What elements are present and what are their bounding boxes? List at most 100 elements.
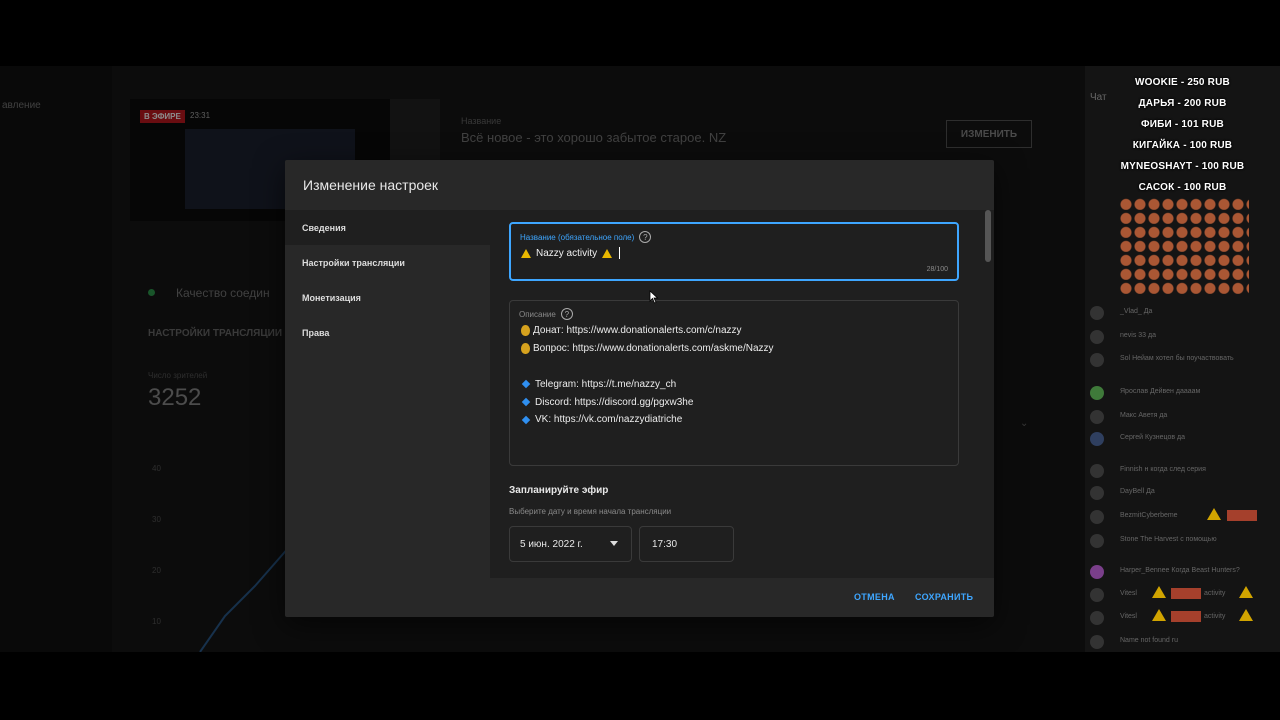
chat-author: Vitesl [1120,590,1137,597]
text-caret [619,247,621,259]
chat-author: nevis 33 [1120,332,1147,339]
description-text[interactable]: Донат: https://www.donationalerts.com/c/… [521,322,774,429]
letterbox-bottom [0,652,1280,720]
description-field-label: Описание ? [519,308,573,320]
chat-author: Ярослав Дейвен [1120,388,1174,395]
chat-text: да [1159,412,1168,419]
time-value: 17:30 [652,538,678,550]
chat-text: Да [1143,308,1153,315]
chat-message: Stone The Harvest с помощью [1085,532,1280,550]
warning-icon [1152,609,1166,621]
chat-author: Сергей Кузнецов [1120,434,1176,441]
chat-text: Когда Beast Hunters? [1171,567,1240,574]
chat-author: Vitesl [1120,613,1137,620]
character-counter: 28/100 [926,266,948,273]
diamond-icon [521,415,531,425]
dialog-footer: ОТМЕНА СОХРАНИТЬ [285,578,994,617]
chat-text: да [1177,434,1186,441]
description-line-text: Discord: https://discord.gg/pgxw3he [535,396,694,408]
edit-settings-dialog: Изменение настроек Сведения Настройки тр… [285,160,994,617]
chat-message: Name not found ru [1085,633,1280,651]
chat-text: ru [1171,637,1178,644]
money-bag-icon [521,343,530,355]
emote-badge [1171,588,1201,599]
chat-message: Макс Аветя да [1085,408,1280,426]
avatar [1090,386,1104,400]
description-line: VK: https://vk.com/nazzydiatriche [521,411,774,429]
chat-author: Макс Аветя [1120,412,1158,419]
emote-badge [1171,611,1201,622]
title-input[interactable]: Nazzy activity [521,247,621,259]
chat-text: да [1148,332,1157,339]
avatar [1090,330,1104,344]
avatar [1090,534,1104,548]
diamond-icon [521,380,531,389]
donation-entry: КИГАЙКА - 100 RUB [1132,140,1233,151]
donation-entry: MYNEOSHAYT - 100 RUB [1120,161,1245,172]
avatar [1090,410,1104,424]
avatar [1090,432,1104,446]
avatar [1090,353,1104,367]
help-icon[interactable]: ? [639,231,652,243]
avatar [1090,611,1104,625]
letterbox-top [0,0,1280,66]
warning-icon [521,248,531,258]
dialog-title: Изменение настроек [303,177,439,193]
chat-text: когда след серия [1150,466,1206,473]
avatar [1090,588,1104,602]
diamond-icon [521,397,531,407]
chat-text: даааам [1175,388,1201,395]
date-dropdown[interactable]: 5 июн. 2022 г. [509,526,632,562]
sidebar-item-rights[interactable]: Права [285,315,490,350]
title-field[interactable]: Название (обязательное поле) ? Nazzy act… [509,222,959,281]
sidebar-item-details[interactable]: Сведения [285,210,490,245]
chat-author: Stone [1120,536,1139,543]
chat-text: Нейам хотел бы поучаствовать [1132,355,1234,362]
donations-overlay: WOOKIE - 250 RUB ДАРЬЯ - 200 RUB ФИБИ - … [1085,66,1280,306]
warning-icon [1207,508,1221,520]
chevron-down-icon [610,541,618,546]
donation-entry: ФИБИ - 101 RUB [1141,119,1224,130]
chat-message: Vitesl activity [1085,609,1280,627]
description-line-text: VK: https://vk.com/nazzydiatriche [535,414,683,426]
donation-entry: САСОК - 100 RUB [1138,182,1227,193]
mouse-cursor-icon [649,290,659,304]
avatar [1090,306,1104,320]
scrollbar[interactable] [985,210,991,262]
time-input[interactable]: 17:30 [639,526,734,562]
description-line: Discord: https://discord.gg/pgxw3he [521,393,774,411]
title-field-label: Название (обязательное поле) ? [520,231,652,243]
date-value: 5 июн. 2022 г. [520,538,583,550]
chat-author: Harper_Bennee [1120,567,1170,574]
chat-message: DayBell Да [1085,484,1280,502]
chat-author: Finnish н [1120,466,1149,473]
money-bag-icon [521,325,530,337]
chat-message: Sol Нейам хотел бы поучаствовать [1085,351,1280,369]
description-line: Вопрос: https://www.donationalerts.com/a… [521,340,774,358]
chat-text: activity [1204,590,1226,597]
save-button[interactable]: СОХРАНИТЬ [915,592,973,602]
warning-icon [1239,586,1253,598]
avatar [1090,464,1104,478]
description-line-text: Вопрос: https://www.donationalerts.com/a… [533,343,774,355]
help-icon[interactable]: ? [560,308,573,320]
chat-author: BezmitCyberbeme [1120,512,1178,519]
warning-icon [1239,609,1253,621]
chat-author: DayBell [1120,488,1145,495]
sidebar-item-stream-settings[interactable]: Настройки трансляции [285,245,490,280]
chat-message: Ярослав Дейвен даааам [1085,384,1280,402]
description-label-text: Описание [519,309,556,319]
description-field[interactable]: Описание ? Донат: https://www.donational… [509,300,959,466]
donation-entry: ДАРЬЯ - 200 RUB [1138,98,1227,109]
description-line: Telegram: https://t.me/nazzy_ch [521,375,774,393]
description-line [521,358,774,376]
sidebar-item-monetization[interactable]: Монетизация [285,280,490,315]
cancel-button[interactable]: ОТМЕНА [854,592,895,602]
chat-message: Vitesl activity [1085,586,1280,604]
description-line: Донат: https://www.donationalerts.com/c/… [521,322,774,340]
title-label-text: Название (обязательное поле) [520,232,635,242]
title-input-value: Nazzy activity [536,247,598,259]
chat-message: Сергей Кузнецов да [1085,430,1280,448]
chat-author: Name not found [1120,637,1170,644]
chat-text: activity [1204,613,1226,620]
